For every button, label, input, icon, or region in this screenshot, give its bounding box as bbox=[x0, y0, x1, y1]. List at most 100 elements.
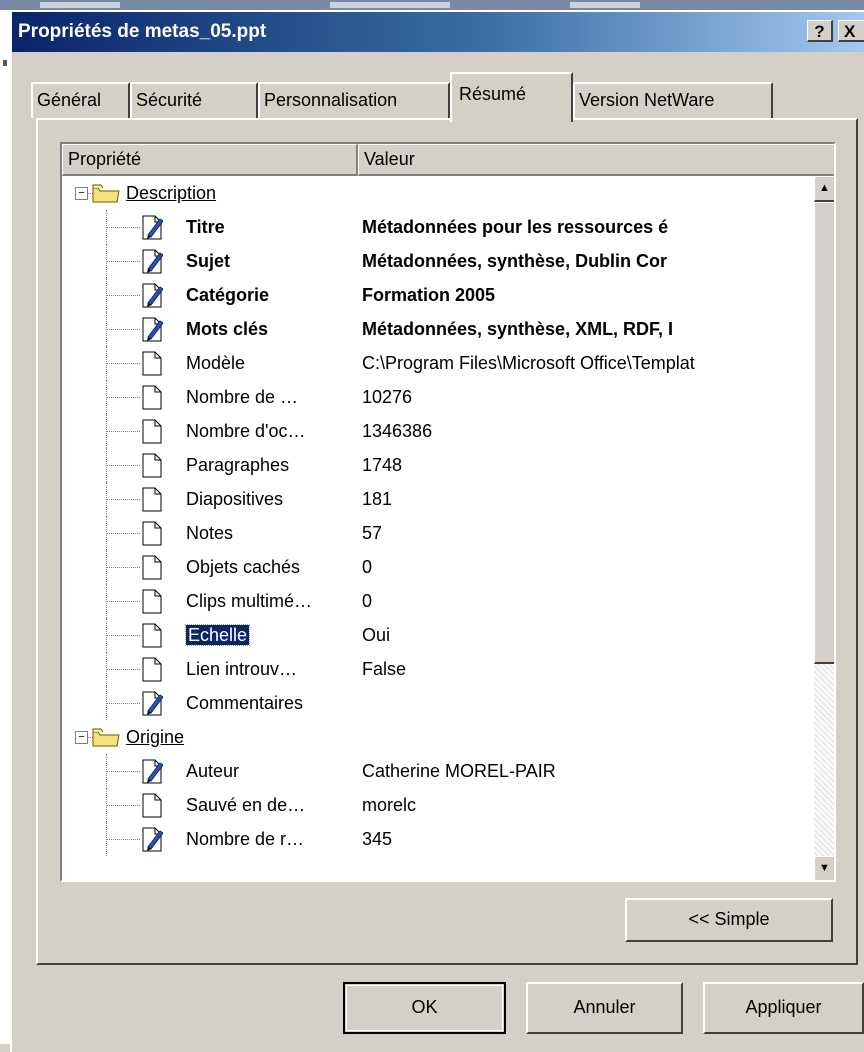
property-name-text: Auteur bbox=[186, 761, 240, 781]
property-name-text: Catégorie bbox=[186, 285, 270, 305]
document-icon bbox=[141, 623, 163, 648]
property-name: Nombre de r… bbox=[186, 822, 304, 856]
property-name-text: Commentaires bbox=[186, 693, 304, 713]
column-header-value[interactable]: Valeur bbox=[358, 144, 834, 176]
table-row[interactable]: Sujet Métadonnées, synthèse, Dublin Cor bbox=[62, 244, 814, 278]
window-title: Propriétés de metas_05.ppt bbox=[18, 21, 267, 42]
tree-line bbox=[106, 499, 140, 500]
tree-line bbox=[106, 601, 140, 602]
property-name: Objets cachés bbox=[186, 550, 300, 584]
tree-line bbox=[106, 839, 140, 840]
scrollbar-thumb[interactable] bbox=[814, 202, 834, 664]
tree-line bbox=[106, 533, 140, 534]
folder-icon bbox=[92, 183, 120, 203]
property-value: Oui bbox=[362, 625, 391, 645]
apply-button[interactable]: Appliquer bbox=[703, 982, 864, 1034]
property-name: Sauvé en de… bbox=[186, 788, 305, 822]
scroll-up-button[interactable]: ▲ bbox=[814, 176, 834, 202]
table-row[interactable]: Lien introuv… False bbox=[62, 652, 814, 686]
property-name: Auteur bbox=[186, 754, 239, 788]
document-icon bbox=[141, 487, 163, 512]
table-row[interactable]: Nombre de … 10276 bbox=[62, 380, 814, 414]
tree-line bbox=[106, 329, 140, 330]
properties-list[interactable]: Propriété Valeur − Description Titre Métado… bbox=[60, 142, 836, 882]
edited-document-icon bbox=[141, 249, 164, 274]
property-name: Clips multimé… bbox=[186, 584, 312, 618]
simple-view-button[interactable]: << Simple bbox=[625, 898, 833, 942]
cancel-button[interactable]: Annuler bbox=[526, 982, 683, 1034]
tree-line bbox=[106, 465, 140, 466]
property-value: 0 bbox=[362, 591, 373, 611]
document-icon bbox=[141, 555, 163, 580]
document-icon bbox=[141, 351, 163, 376]
table-row[interactable]: Mots clés Métadonnées, synthèse, XML, RDF… bbox=[62, 312, 814, 346]
group-label: Origine bbox=[126, 727, 185, 747]
desktop-strip bbox=[0, 0, 864, 10]
property-value: Formation 2005 bbox=[362, 285, 496, 305]
table-row[interactable]: Nombre d'oc… 1346386 bbox=[62, 414, 814, 448]
table-row[interactable]: Nombre de r… 345 bbox=[62, 822, 814, 856]
table-row[interactable]: Modèle C:\Program Files\Microsoft Office\… bbox=[62, 346, 814, 380]
tree-line bbox=[106, 669, 140, 670]
document-icon bbox=[141, 385, 163, 410]
edited-document-icon bbox=[141, 827, 164, 852]
property-name-text: Titre bbox=[186, 217, 225, 237]
property-value bbox=[362, 176, 814, 210]
tree-line bbox=[106, 227, 140, 228]
table-row[interactable]: Auteur Catherine MOREL-PAIR bbox=[62, 754, 814, 788]
tree-line bbox=[106, 703, 140, 704]
title-bar[interactable]: Propriétés de metas_05.ppt ? X bbox=[12, 12, 864, 52]
tab-version-netware[interactable]: Version NetWare bbox=[573, 82, 773, 118]
ok-button[interactable]: OK bbox=[343, 982, 506, 1034]
scroll-down-button[interactable]: ▼ bbox=[814, 856, 834, 880]
property-value: C:\Program Files\Microsoft Office\Templa… bbox=[362, 353, 695, 373]
tree-line bbox=[106, 431, 140, 432]
property-name: Sujet bbox=[186, 244, 230, 278]
table-row[interactable]: Titre Métadonnées pour les ressources é bbox=[62, 210, 814, 244]
tree-line bbox=[106, 363, 140, 364]
tree-line bbox=[106, 567, 140, 568]
table-row[interactable]: Objets cachés 0 bbox=[62, 550, 814, 584]
document-icon bbox=[141, 657, 163, 682]
list-rows: − Description Titre Métadonnées pour les re… bbox=[62, 176, 814, 880]
edited-document-icon bbox=[141, 759, 164, 784]
table-row[interactable]: Sauvé en de… morelc bbox=[62, 788, 814, 822]
property-value: False bbox=[362, 659, 407, 679]
property-value: Métadonnées pour les ressources é bbox=[362, 217, 669, 237]
property-name-text: Echelle bbox=[184, 624, 251, 646]
property-name-text: Nombre de … bbox=[186, 387, 299, 407]
tree-line bbox=[106, 635, 140, 636]
folder-icon bbox=[92, 727, 120, 747]
help-button[interactable]: ? bbox=[807, 20, 833, 42]
document-icon bbox=[141, 521, 163, 546]
tab-securite[interactable]: Sécurité bbox=[130, 82, 258, 118]
table-row[interactable]: Echelle Oui bbox=[62, 618, 814, 652]
property-name: Lien introuv… bbox=[186, 652, 297, 686]
property-value: 345 bbox=[362, 829, 393, 849]
table-row[interactable]: Clips multimé… 0 bbox=[62, 584, 814, 618]
property-name: Nombre d'oc… bbox=[186, 414, 305, 448]
property-value: Catherine MOREL-PAIR bbox=[362, 761, 556, 781]
property-name: Commentaires bbox=[186, 686, 303, 720]
column-header-property[interactable]: Propriété bbox=[62, 144, 358, 176]
table-row[interactable]: Paragraphes 1748 bbox=[62, 448, 814, 482]
close-button[interactable]: X bbox=[838, 20, 864, 42]
tab-general[interactable]: Général bbox=[31, 82, 130, 118]
table-row[interactable]: Catégorie Formation 2005 bbox=[62, 278, 814, 312]
property-name: Echelle bbox=[184, 618, 251, 652]
property-name-text: Nombre d'oc… bbox=[186, 421, 306, 441]
tab-personnalisation[interactable]: Personnalisation bbox=[258, 82, 450, 118]
property-value: 181 bbox=[362, 489, 393, 509]
table-row[interactable]: Commentaires bbox=[62, 686, 814, 720]
table-row[interactable]: Notes 57 bbox=[62, 516, 814, 550]
group-row[interactable]: − Origine bbox=[62, 720, 814, 754]
tab-resume[interactable]: Résumé bbox=[450, 72, 573, 122]
group-row[interactable]: − Description bbox=[62, 176, 814, 210]
table-row[interactable]: Diapositives 181 bbox=[62, 482, 814, 516]
vertical-scrollbar[interactable]: ▲ ▼ bbox=[814, 176, 834, 880]
edited-document-icon bbox=[141, 215, 164, 240]
property-value bbox=[362, 686, 814, 720]
group-label: Description bbox=[126, 183, 217, 203]
property-name-text: Nombre de r… bbox=[186, 829, 305, 849]
tree-line bbox=[106, 805, 140, 806]
